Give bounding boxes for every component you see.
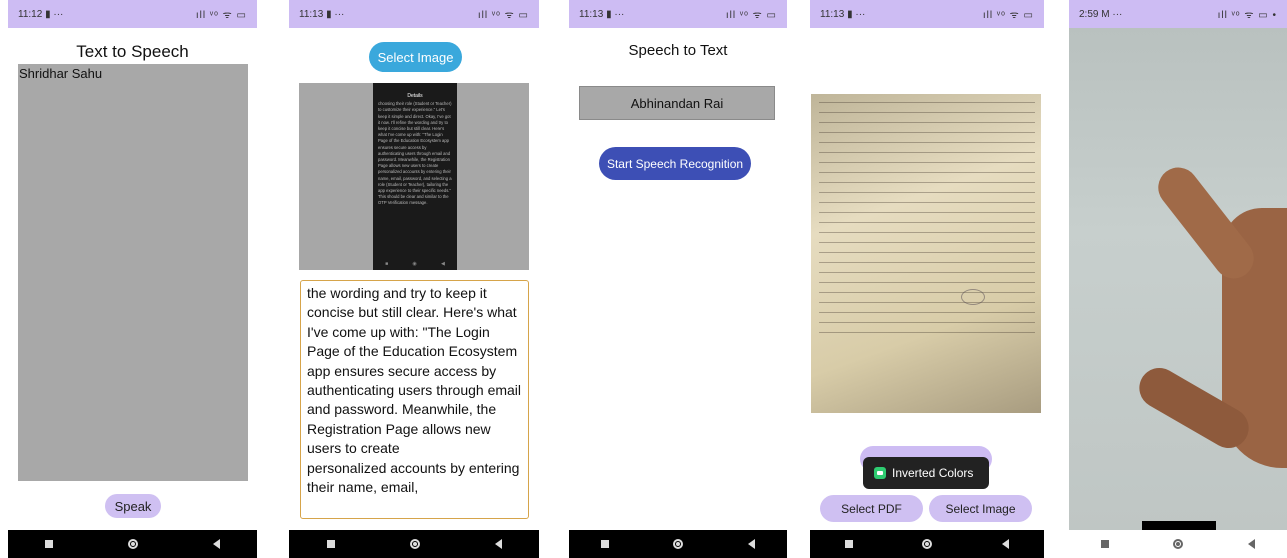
stamp-mark	[961, 289, 985, 305]
status-time: 11:12 ▮ ···	[18, 8, 64, 20]
document-photo	[811, 94, 1041, 413]
status-icons: ıll ᵛᵒ ᯤ ▭ •	[1217, 10, 1277, 21]
thumbnail-nav-icon: ◀	[440, 260, 445, 267]
toast-notification: Inverted Colors	[863, 457, 989, 489]
recents-icon[interactable]	[844, 540, 853, 548]
page-title: Speech to Text	[628, 42, 728, 59]
speak-button[interactable]: Speak	[105, 494, 161, 518]
screen-document-scan: 11:13 ▮ ··· ıll ᵛᵒ ᯤ ▭ Inverted Colors S…	[810, 0, 1044, 558]
screen-image-to-text: 11:13 ▮ ··· ıll ᵛᵒ ᯤ ▭ Select Image Deta…	[289, 0, 539, 558]
status-bar: 11:13 ▮ ··· ıll ᵛᵒ ᯤ ▭	[289, 0, 539, 28]
back-icon[interactable]	[494, 539, 502, 549]
back-icon[interactable]	[1247, 539, 1255, 549]
screen-text-to-speech: 11:12 ▮ ··· ıll ᵛᵒ ᯤ ▭ Text to Speech Sh…	[8, 0, 257, 558]
status-time: 2:59 M ···	[1079, 8, 1123, 20]
nav-bar	[8, 530, 257, 558]
status-time: 11:13 ▮ ···	[579, 8, 625, 20]
nav-bar	[569, 530, 787, 558]
page-title: Text to Speech	[76, 42, 189, 61]
status-bar: 11:12 ▮ ··· ıll ᵛᵒ ᯤ ▭	[8, 0, 257, 28]
extracted-text-area[interactable]: the wording and try to keep it concise b…	[300, 280, 529, 519]
nav-bar	[1069, 530, 1287, 558]
home-icon[interactable]	[127, 539, 138, 549]
status-bar: 11:13 ▮ ··· ıll ᵛᵒ ᯤ ▭	[810, 0, 1044, 28]
recognized-text-field: Abhinandan Rai	[579, 86, 775, 120]
status-bar: 11:13 ▮ ··· ıll ᵛᵒ ᯤ ▭	[569, 0, 787, 28]
recents-icon[interactable]	[326, 540, 335, 548]
status-time: 11:13 ▮ ···	[820, 8, 866, 20]
home-icon[interactable]	[673, 539, 684, 549]
home-icon[interactable]	[922, 539, 933, 549]
back-icon[interactable]	[1002, 539, 1010, 549]
accessibility-icon	[874, 467, 886, 479]
status-icons: ıll ᵛᵒ ᯤ ▭	[195, 10, 247, 21]
status-time: 11:13 ▮ ···	[299, 8, 345, 20]
thumbnail-text: choosing their role (Student or Teacher)…	[378, 101, 452, 206]
image-preview: Details choosing their role (Student or …	[299, 83, 529, 270]
start-speech-recognition-button[interactable]: Start Speech Recognition	[599, 147, 751, 180]
nav-bar	[810, 530, 1044, 558]
screen-speech-to-text: 11:13 ▮ ··· ıll ᵛᵒ ᯤ ▭ Speech to Text Ab…	[569, 0, 787, 558]
text-display-area: Shridhar Sahu	[18, 64, 248, 481]
nav-bar	[289, 530, 539, 558]
status-icons: ıll ᵛᵒ ᯤ ▭	[477, 10, 529, 21]
thumbnail-nav-icon: ■	[385, 260, 389, 267]
toast-text: Inverted Colors	[892, 466, 974, 480]
screenshot-thumbnail: Details choosing their role (Student or …	[373, 83, 457, 270]
back-icon[interactable]	[747, 539, 755, 549]
recents-icon[interactable]	[601, 540, 610, 548]
status-icons: ıll ᵛᵒ ᯤ ▭	[982, 10, 1034, 21]
recents-icon[interactable]	[45, 540, 54, 548]
select-image-button[interactable]: Select Image	[929, 495, 1032, 522]
home-icon[interactable]	[409, 539, 420, 549]
recents-icon[interactable]	[1101, 540, 1110, 548]
select-image-button[interactable]: Select Image	[369, 42, 462, 72]
display-text: Shridhar Sahu	[19, 66, 103, 81]
home-icon[interactable]	[1173, 539, 1184, 549]
status-icons: ıll ᵛᵒ ᯤ ▭	[725, 10, 777, 21]
back-icon[interactable]	[212, 539, 220, 549]
hand-gesture	[1132, 28, 1287, 535]
screen-sign-detection: 2:59 M ··· ıll ᵛᵒ ᯤ ▭ • 3 Thank You	[1069, 0, 1287, 558]
camera-preview: 3 Thank You	[1069, 28, 1287, 535]
status-bar: 2:59 M ··· ıll ᵛᵒ ᯤ ▭ •	[1069, 0, 1287, 28]
thumbnail-title: Details	[407, 93, 423, 99]
thumbnail-nav-icon: ◉	[412, 260, 417, 267]
select-pdf-button[interactable]: Select PDF	[820, 495, 923, 522]
